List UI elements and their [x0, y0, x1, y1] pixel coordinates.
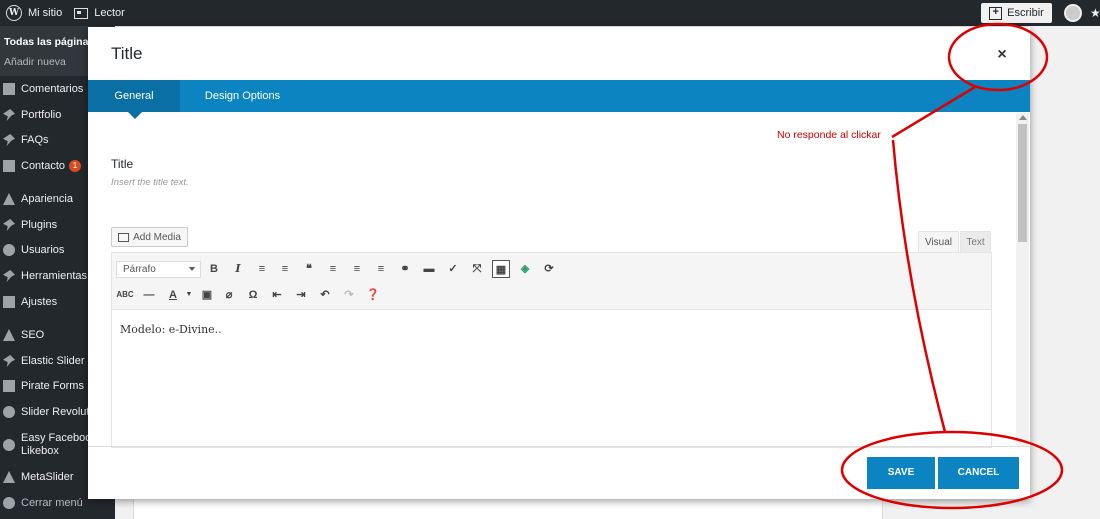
- admin-bar: W Mi sitio Lector: [0, 0, 1100, 26]
- site-name[interactable]: Mi sitio: [28, 7, 62, 19]
- yoast-icon: [3, 329, 15, 341]
- spellcheck-icon[interactable]: ✓: [444, 260, 462, 278]
- pin-icon: [3, 109, 15, 121]
- write-plus-icon: +: [989, 6, 1003, 20]
- notification-badge: 1: [69, 160, 82, 172]
- toolbar-toggle-icon[interactable]: ▦: [492, 260, 510, 278]
- wrench-icon: [3, 270, 15, 282]
- special-character-icon[interactable]: Ω: [244, 286, 262, 304]
- bullet-list-icon[interactable]: ≡: [253, 260, 271, 278]
- modal-title: Title: [111, 44, 143, 63]
- sidebar-item-label: FAQs: [21, 134, 49, 146]
- blockquote-icon[interactable]: ❝: [300, 260, 318, 278]
- read-more-icon[interactable]: ▬: [420, 260, 438, 278]
- editor-tab-visual[interactable]: Visual: [918, 231, 959, 253]
- refresh-icon: [3, 406, 15, 418]
- site-menu[interactable]: W Mi sitio: [0, 0, 68, 26]
- pin-icon: [3, 355, 15, 367]
- settings-icon: [3, 296, 15, 308]
- clear-formatting-icon[interactable]: ⌀: [220, 286, 238, 304]
- text-color-dropdown-icon[interactable]: ▼: [180, 286, 198, 304]
- format-select-value: Párrafo: [123, 264, 156, 275]
- write-button[interactable]: + Escribir: [981, 3, 1052, 23]
- reader-label[interactable]: Lector: [94, 7, 125, 19]
- chevron-down-icon: [189, 267, 195, 271]
- page-background: [1030, 26, 1100, 519]
- help-icon[interactable]: ❓: [364, 286, 382, 304]
- align-right-icon[interactable]: ≡: [372, 260, 390, 278]
- modal-tabs: General Design Options: [88, 80, 1030, 119]
- mail-icon: [3, 160, 15, 172]
- user-icon: [3, 244, 15, 256]
- form-icon: [3, 380, 15, 392]
- pin-icon: [3, 134, 15, 146]
- align-center-icon[interactable]: ≡: [348, 260, 366, 278]
- italic-icon[interactable]: I: [229, 260, 247, 278]
- undo-icon[interactable]: ↶: [316, 286, 334, 304]
- sidebar-item-label: Contacto: [21, 160, 66, 172]
- refresh-icon[interactable]: ⟳: [540, 260, 558, 278]
- tab-general[interactable]: General: [88, 80, 180, 119]
- fullscreen-icon[interactable]: ⤧: [468, 260, 486, 278]
- reader-icon: [74, 7, 89, 19]
- rich-text-editor: Párrafo B I ≡ ≡ ❝ ≡ ≡ ≡ ⚭ ▬ ✓ ⤧ ▦ ◈ ⟳ AB…: [111, 252, 992, 448]
- mountain-icon: [3, 471, 15, 483]
- sidebar-item-label: Comentarios: [21, 83, 84, 95]
- modal-footer-divider: [88, 446, 1030, 447]
- sidebar-item-label: Portfolio: [21, 109, 62, 121]
- sidebar-item-label: Plugins: [21, 219, 58, 231]
- horizontal-line-icon[interactable]: —: [140, 286, 158, 304]
- cube-icon[interactable]: ◈: [516, 260, 534, 278]
- comment-icon: [3, 83, 15, 95]
- editor-content[interactable]: Modelo: e-Divine..: [120, 323, 222, 336]
- format-select[interactable]: Párrafo: [116, 261, 201, 278]
- sidebar-item-label: Elastic Slider: [21, 355, 85, 367]
- add-media-label: Add Media: [133, 231, 181, 243]
- plug-icon: [3, 219, 15, 231]
- edit-element-modal: Title × General Design Options Title Ins…: [88, 27, 1030, 499]
- field-description: Insert the title text.: [111, 177, 189, 188]
- add-media-button[interactable]: Add Media: [111, 227, 188, 247]
- numbered-list-icon[interactable]: ≡: [276, 260, 294, 278]
- sidebar-item-label: SEO: [21, 329, 45, 341]
- align-left-icon[interactable]: ≡: [324, 260, 342, 278]
- wordpress-logo-icon[interactable]: W: [6, 5, 22, 21]
- avatar[interactable]: [1064, 4, 1082, 22]
- reader-menu[interactable]: Lector: [68, 0, 131, 26]
- notifications-icon[interactable]: ★: [1090, 6, 1100, 20]
- brush-icon: [3, 193, 15, 205]
- sidebar-item-label: Pirate Forms: [21, 380, 84, 392]
- save-button[interactable]: SAVE: [867, 457, 935, 489]
- sidebar-item-label: Cerrar menú: [21, 497, 83, 509]
- bold-icon[interactable]: B: [205, 260, 223, 278]
- editor-tab-text[interactable]: Text: [960, 231, 991, 253]
- sidebar-item-label: Apariencia: [21, 193, 73, 205]
- media-icon: [118, 232, 130, 242]
- sidebar-item-label: Ajustes: [21, 296, 58, 308]
- facebook-icon: [3, 439, 15, 451]
- scroll-up-arrow-icon[interactable]: [1019, 115, 1027, 120]
- field-label-title: Title: [111, 157, 134, 171]
- editor-toolbar: Párrafo B I ≡ ≡ ❝ ≡ ≡ ≡ ⚭ ▬ ✓ ⤧ ▦ ◈ ⟳ AB…: [112, 253, 991, 310]
- write-label: Escribir: [1007, 7, 1044, 19]
- paste-text-icon[interactable]: ▣: [198, 286, 216, 304]
- annotation-note: No responde al clickar: [777, 129, 881, 141]
- sidebar-item-label: Herramientas: [21, 270, 88, 282]
- collapse-icon: [3, 497, 15, 509]
- redo-icon[interactable]: ↷: [340, 286, 358, 304]
- sidebar-item-label: Usuarios: [21, 244, 65, 256]
- tab-design-options[interactable]: Design Options: [180, 80, 305, 112]
- outdent-icon[interactable]: ⇤: [268, 286, 286, 304]
- indent-icon[interactable]: ⇥: [292, 286, 310, 304]
- cancel-button[interactable]: CANCEL: [938, 457, 1019, 489]
- close-button[interactable]: ×: [991, 44, 1013, 66]
- link-icon[interactable]: ⚭: [396, 260, 414, 278]
- sidebar-item-label: Slider Revoluti: [21, 406, 92, 418]
- sidebar-item-label: MetaSlider: [21, 471, 74, 483]
- scrollbar-thumb[interactable]: [1018, 124, 1027, 242]
- background-content-box: [133, 499, 883, 519]
- strikethrough-icon[interactable]: ABC: [116, 286, 134, 304]
